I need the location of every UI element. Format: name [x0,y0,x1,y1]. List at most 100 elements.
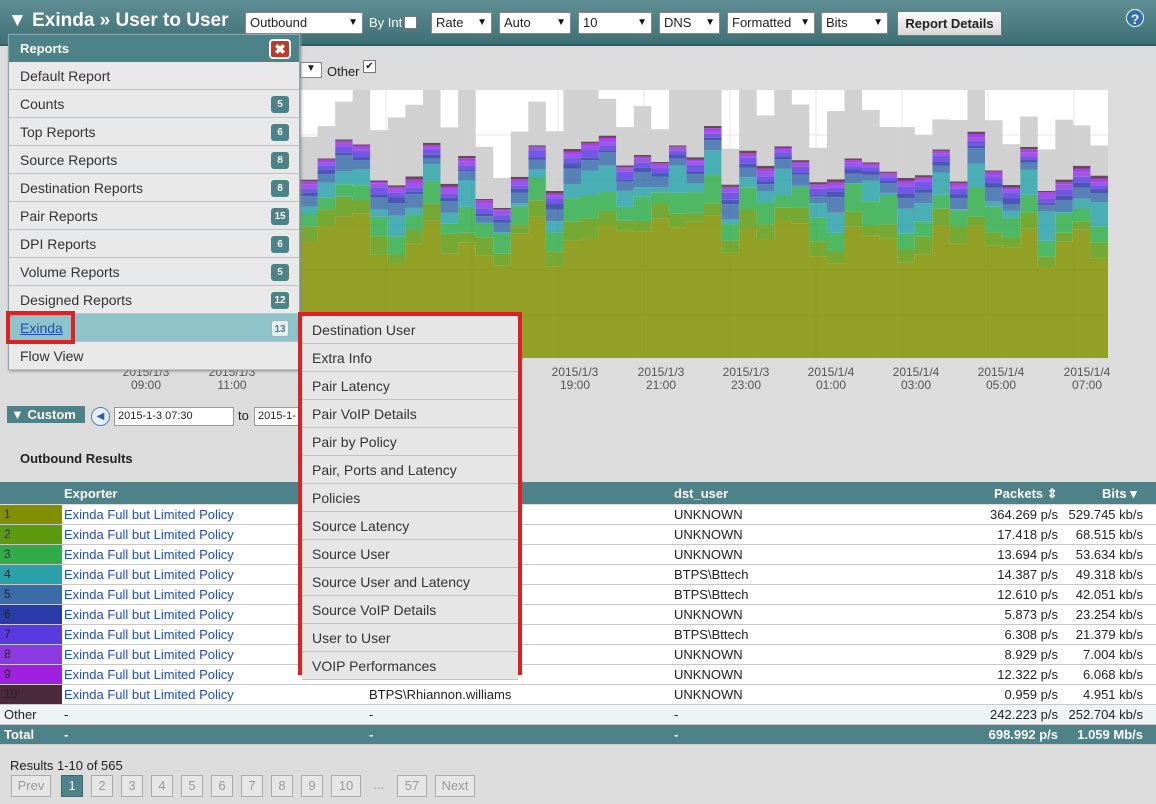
table-row[interactable]: 1 Exinda Full but Limited Policy UNKNOWN 36… [0,505,1156,525]
submenu-item[interactable]: Policies [302,484,518,512]
page-button[interactable]: 1 [61,775,83,797]
submenu-item[interactable]: Source VoIP Details [302,596,518,624]
report-category-designed-reports[interactable]: Designed Reports 12 [9,286,299,314]
exporter-cell[interactable]: Exinda Full but Limited Policy [64,547,234,562]
report-category-dpi-reports[interactable]: DPI Reports 6 [9,230,299,258]
x-tick-label: 2015/1/3 21:00 [631,366,691,392]
other-dst-cell: - [674,707,679,722]
report-category-source-reports[interactable]: Source Reports 8 [9,146,299,174]
page-button[interactable]: 5 [181,775,203,797]
dns-value: DNS [664,15,692,30]
to-date-input[interactable]: 2015-1- [254,407,300,426]
report-category-pair-reports[interactable]: Pair Reports 15 [9,202,299,230]
other-label: Other [327,64,360,79]
auto-select[interactable]: Auto ▼ [499,12,571,34]
exporter-header[interactable]: Exporter [64,486,117,501]
report-category-label: Pair Reports [20,208,98,224]
sort-icon: ⇕ [1046,486,1058,501]
table-row[interactable]: 9 Exinda Full but Limited Policy UNKNOWN 12… [0,665,1156,685]
dropdown-arrow-icon: ▼ [556,17,566,28]
report-category-destination-reports[interactable]: Destination Reports 8 [9,174,299,202]
other-src-cell: - [369,707,374,722]
submenu-item[interactable]: Destination User [302,316,518,344]
rate-select[interactable]: Rate ▼ [431,12,492,34]
exporter-cell[interactable]: Exinda Full but Limited Policy [64,527,234,542]
count-badge: 8 [271,152,289,169]
page-button[interactable]: 6 [211,775,233,797]
table-row[interactable]: 7 Exinda Full but Limited Policy BTPS\Btte… [0,625,1156,645]
next-page-button[interactable]: Next [435,775,475,797]
dst-user-cell: UNKNOWN [674,507,743,522]
report-details-button[interactable]: Report Details [897,11,1002,36]
by-int-checkbox[interactable] [404,16,417,29]
direction-value: Outbound [250,15,308,30]
page-ellipsis: ... [373,777,385,792]
table-row[interactable]: 4 Exinda Full but Limited Policy BTPS\Btte… [0,565,1156,585]
submenu-item[interactable]: Pair by Policy [302,428,518,456]
prev-page-button[interactable]: Prev [11,775,51,797]
from-date-input[interactable]: 2015-1-3 07:30 [114,407,234,426]
page-button[interactable]: 9 [301,775,323,797]
close-icon[interactable]: ✖ [269,39,291,59]
tick-time: 05:00 [985,378,1017,392]
submenu-item[interactable]: VOIP Performances [302,652,518,680]
submenu-item[interactable]: User to User [302,624,518,652]
exporter-cell[interactable]: Exinda Full but Limited Policy [64,687,234,702]
page-title[interactable]: ▼ Exinda » User to User [8,10,229,32]
page-button[interactable]: 3 [121,775,143,797]
submenu-item[interactable]: Pair, Ports and Latency [302,456,518,484]
total-row: Total - - - 698.992 p/s 1.059 Mb/s [0,725,1156,745]
page-button[interactable]: 4 [151,775,173,797]
graph-option-select[interactable]: ▼ [300,62,322,78]
dns-select[interactable]: DNS ▼ [659,12,720,34]
packets-header[interactable]: Packets ⇕ [994,486,1058,502]
exporter-cell[interactable]: Exinda Full but Limited Policy [64,627,234,642]
direction-select[interactable]: Outbound ▼ [245,12,363,34]
submenu-item[interactable]: Source User and Latency [302,568,518,596]
submenu-item[interactable]: Pair VoIP Details [302,400,518,428]
format-select[interactable]: Formatted ▼ [727,12,815,34]
table-row[interactable]: 2 Exinda Full but Limited Policy UNKNOWN 17… [0,525,1156,545]
report-category-volume-reports[interactable]: Volume Reports 5 [9,258,299,286]
table-row[interactable]: 3 Exinda Full but Limited Policy UNKNOWN 13… [0,545,1156,565]
count-select[interactable]: 10 ▼ [578,12,652,34]
units-select[interactable]: Bits ▼ [821,12,888,34]
bits-cell: 529.745 kb/s [1068,507,1143,522]
table-row[interactable]: 5 Exinda Full but Limited Policy BTPS\Btte… [0,585,1156,605]
report-category-default-report[interactable]: Default Report [9,62,299,90]
report-category-label: Designed Reports [20,292,133,308]
page-button[interactable]: 8 [271,775,293,797]
table-row[interactable]: 6 Exinda Full but Limited Policy UNKNOWN 5.… [0,605,1156,625]
exporter-cell[interactable]: Exinda Full but Limited Policy [64,587,234,602]
submenu-item[interactable]: Source User [302,540,518,568]
submenu-item[interactable]: Extra Info [302,344,518,372]
page-button[interactable]: 2 [91,775,113,797]
page-button[interactable]: 57 [397,775,427,797]
custom-range-button[interactable]: ▼ Custom [7,406,85,423]
report-category-counts[interactable]: Counts 5 [9,90,299,118]
page-button[interactable]: 7 [241,775,263,797]
exporter-cell[interactable]: Exinda Full but Limited Policy [64,607,234,622]
other-checkbox[interactable]: ✔ [363,60,376,73]
x-tick-label: 2015/1/4 05:00 [971,366,1031,392]
packets-header-label: Packets [994,486,1044,501]
bits-header[interactable]: Bits ▾ [1102,486,1137,502]
row-color-swatch: 9 [0,665,62,684]
exporter-cell[interactable]: Exinda Full but Limited Policy [64,647,234,662]
report-category-top-reports[interactable]: Top Reports 6 [9,118,299,146]
page-button[interactable]: 10 [331,775,361,797]
submenu-item[interactable]: Pair Latency [302,372,518,400]
table-row[interactable]: 10 Exinda Full but Limited Policy BTPS\Rhi… [0,685,1156,705]
total-exporter-cell: - [64,727,69,742]
dst-user-cell: UNKNOWN [674,687,743,702]
exporter-cell[interactable]: Exinda Full but Limited Policy [64,667,234,682]
report-category-flow-view[interactable]: Flow View [9,342,299,370]
help-icon[interactable]: ? [1126,9,1144,27]
dst-user-header[interactable]: dst_user [674,486,728,501]
table-row[interactable]: 8 Exinda Full but Limited Policy UNKNOWN 8.… [0,645,1156,665]
submenu-item[interactable]: Source Latency [302,512,518,540]
previous-range-icon[interactable]: ◀ [91,407,110,426]
rate-value: Rate [436,15,464,30]
exporter-cell[interactable]: Exinda Full but Limited Policy [64,507,234,522]
exporter-cell[interactable]: Exinda Full but Limited Policy [64,567,234,582]
